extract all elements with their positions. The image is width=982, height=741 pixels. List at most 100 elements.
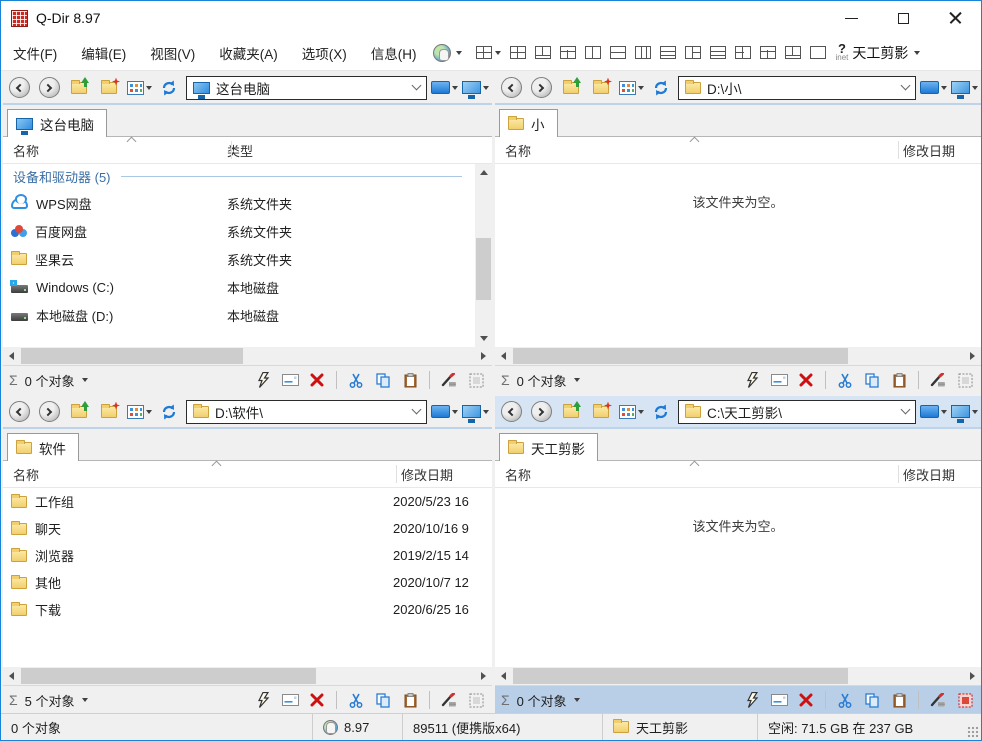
delete-button[interactable] xyxy=(796,370,816,390)
tab-folder[interactable]: 软件 xyxy=(7,433,79,461)
address-combobox[interactable]: 这台电脑 xyxy=(186,76,427,100)
paste-button[interactable] xyxy=(400,370,420,390)
forward-button[interactable] xyxy=(36,75,62,101)
file-row[interactable]: 坚果云 系统文件夹 xyxy=(3,245,492,273)
desktop-split-button[interactable] xyxy=(431,399,458,425)
folder-up-button[interactable] xyxy=(66,399,92,425)
computer-split-button[interactable] xyxy=(462,75,489,101)
refresh-button[interactable] xyxy=(648,75,674,101)
new-folder-button[interactable] xyxy=(96,75,122,101)
resize-grip[interactable] xyxy=(967,726,979,738)
paste-button[interactable] xyxy=(400,690,420,710)
quick-actions-button[interactable] xyxy=(742,690,762,710)
edit-attributes-button[interactable] xyxy=(439,690,459,710)
computer-split-button[interactable] xyxy=(951,75,978,101)
file-row[interactable]: WPS网盘 系统文件夹 xyxy=(3,189,492,217)
pane-select-marker-active[interactable] xyxy=(955,690,975,710)
layout-option-single-icon[interactable] xyxy=(810,46,826,59)
layout-option-one-left-two-right-icon[interactable] xyxy=(685,46,701,59)
column-name[interactable]: 名称 xyxy=(3,141,227,160)
menu-favorites[interactable]: 收藏夹(A) xyxy=(207,43,290,63)
pane-select-marker[interactable] xyxy=(466,370,486,390)
rename-button[interactable] xyxy=(280,690,300,710)
back-button[interactable] xyxy=(6,75,32,101)
tab-folder[interactable]: 小 xyxy=(499,109,558,137)
file-row[interactable]: Windows (C:) 本地磁盘 xyxy=(3,273,492,301)
file-row[interactable]: 浏览器 2019/2/15 14 xyxy=(3,542,492,569)
horizontal-scrollbar[interactable] xyxy=(495,347,981,365)
quick-actions-button[interactable] xyxy=(253,370,273,390)
scrollbar-thumb[interactable] xyxy=(21,668,316,684)
computer-split-button[interactable] xyxy=(462,399,489,425)
menu-view[interactable]: 视图(V) xyxy=(138,43,207,63)
vertical-scrollbar[interactable] xyxy=(475,164,492,347)
layout-option-quad-icon[interactable] xyxy=(510,46,526,59)
back-button[interactable] xyxy=(498,75,524,101)
new-folder-button[interactable] xyxy=(588,75,614,101)
horizontal-scrollbar[interactable] xyxy=(3,347,492,365)
object-count-dropdown[interactable]: Σ 0 个对象 xyxy=(501,691,580,710)
copy-button[interactable] xyxy=(862,370,882,390)
folder-up-button[interactable] xyxy=(558,399,584,425)
cut-button[interactable] xyxy=(835,370,855,390)
web-button[interactable] xyxy=(433,44,462,62)
desktop-split-button[interactable] xyxy=(431,75,458,101)
refresh-button[interactable] xyxy=(156,75,182,101)
address-combobox[interactable]: D:\小\ xyxy=(678,76,916,100)
copy-button[interactable] xyxy=(373,690,393,710)
object-count-dropdown[interactable]: Σ 5 个对象 xyxy=(9,691,88,710)
forward-button[interactable] xyxy=(528,75,554,101)
object-count-dropdown[interactable]: Σ 0 个对象 xyxy=(9,371,88,390)
address-combobox[interactable]: D:\软件\ xyxy=(186,400,427,424)
scrollbar-thumb[interactable] xyxy=(513,348,848,364)
refresh-button[interactable] xyxy=(156,399,182,425)
new-folder-button[interactable] xyxy=(96,399,122,425)
forward-button[interactable] xyxy=(528,399,554,425)
paste-button[interactable] xyxy=(889,690,909,710)
cut-button[interactable] xyxy=(346,690,366,710)
horizontal-scrollbar[interactable] xyxy=(495,667,981,685)
file-row[interactable]: 工作组 2020/5/23 16 xyxy=(3,488,492,515)
refresh-button[interactable] xyxy=(648,399,674,425)
layout-option-two-vertical-icon[interactable] xyxy=(585,46,601,59)
paste-button[interactable] xyxy=(889,370,909,390)
cut-button[interactable] xyxy=(835,690,855,710)
file-row[interactable]: 本地磁盘 (D:) 本地磁盘 xyxy=(3,301,492,329)
close-button[interactable] xyxy=(929,1,981,35)
cut-button[interactable] xyxy=(346,370,366,390)
back-button[interactable] xyxy=(498,399,524,425)
computer-split-button[interactable] xyxy=(951,399,978,425)
inet-help-button[interactable]: ? inet xyxy=(836,44,849,62)
file-row[interactable]: 其他 2020/10/7 12 xyxy=(3,569,492,596)
view-mode-button[interactable] xyxy=(618,75,644,101)
menu-options[interactable]: 选项(X) xyxy=(290,43,359,63)
desktop-split-button[interactable] xyxy=(920,399,947,425)
layout-option-three-vertical-icon[interactable] xyxy=(635,46,651,59)
column-date-modified[interactable]: 修改日期 xyxy=(895,141,955,160)
layout-option-top-bottom-split-icon[interactable] xyxy=(760,46,776,59)
rename-button[interactable] xyxy=(280,370,300,390)
pane-select-marker[interactable] xyxy=(955,370,975,390)
scrollbar-thumb[interactable] xyxy=(513,668,848,684)
tab-folder[interactable]: 天工剪影 xyxy=(499,433,598,461)
column-date-modified[interactable]: 修改日期 xyxy=(895,465,955,484)
desktop-split-button[interactable] xyxy=(920,75,947,101)
column-name[interactable]: 名称 xyxy=(3,465,393,484)
copy-button[interactable] xyxy=(862,690,882,710)
view-mode-button[interactable] xyxy=(618,399,644,425)
view-mode-button[interactable] xyxy=(126,399,152,425)
maximize-button[interactable] xyxy=(877,1,929,35)
edit-attributes-button[interactable] xyxy=(928,690,948,710)
layout-option-two-top-one-bottom-icon[interactable] xyxy=(535,46,551,59)
group-header[interactable]: 设备和驱动器 (5) xyxy=(3,164,492,189)
delete-button[interactable] xyxy=(796,690,816,710)
delete-button[interactable] xyxy=(307,370,327,390)
file-row[interactable]: 下载 2020/6/25 16 xyxy=(3,596,492,623)
new-folder-button[interactable] xyxy=(588,399,614,425)
back-button[interactable] xyxy=(6,399,32,425)
menu-file[interactable]: 文件(F) xyxy=(1,43,69,63)
quick-actions-button[interactable] xyxy=(742,370,762,390)
file-row[interactable]: 百度网盘 系统文件夹 xyxy=(3,217,492,245)
language-selector[interactable]: 天工剪影 xyxy=(852,43,920,63)
quick-actions-button[interactable] xyxy=(253,690,273,710)
